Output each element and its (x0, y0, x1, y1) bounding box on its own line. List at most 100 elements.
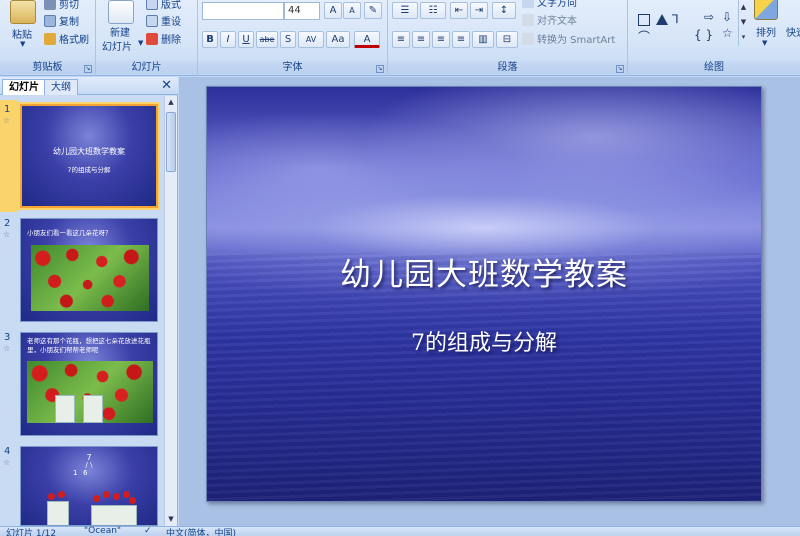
font-size-field[interactable]: 44 (284, 2, 320, 20)
paste-icon[interactable] (10, 0, 36, 24)
slide-thumb-row-3[interactable]: 3 ☆ 老师这有那个花瓶，想把这七朵花放进花瓶里，小朋友们帮帮老师呢 (0, 332, 164, 438)
slides-group: 新建 幻灯片 ▼ 版式 重设 删除 幻灯片 (96, 0, 198, 76)
scroll-down-icon[interactable]: ▼ (165, 513, 177, 526)
theme-status: "Ocean" (84, 526, 122, 536)
current-slide[interactable]: 幼儿园大班数学教案 7的组成与分解 (206, 86, 762, 502)
slide-thumbnail-3[interactable]: 老师这有那个花瓶，想把这七朵花放进花瓶里，小朋友们帮帮老师呢 (20, 332, 158, 436)
slide-thumb-row-4[interactable]: 4 ☆ 7 / \ 1 6 (0, 446, 164, 526)
new-slide-icon[interactable] (108, 0, 134, 24)
slide-thumb-row-2[interactable]: 2 ☆ 小朋友们看一看这几朵花呀？ (0, 218, 164, 324)
bold-button[interactable]: B (202, 31, 218, 48)
shadow-button[interactable]: S (280, 31, 296, 48)
columns-button[interactable]: ▥ (472, 31, 494, 48)
tab-slides[interactable]: 幻灯片 (2, 79, 46, 95)
text-direction-button[interactable]: 文字方向 (522, 0, 577, 9)
char-spacing-button[interactable]: AV (298, 31, 324, 48)
curve-shape-icon[interactable]: ⌒ (638, 28, 650, 45)
paragraph-group: ☰ ☷ ⇤ ⇥ ↕ 文字方向 对齐文本 ≡ ≡ ≡ ≡ ▥ ⊟ 转换为 Smar… (388, 0, 628, 76)
pane-scroll-thumb[interactable] (166, 112, 176, 172)
thumb-subtitle: 7的组成与分解 (67, 166, 111, 174)
numbering-button[interactable]: ☷ (420, 2, 446, 19)
layout-button[interactable]: 版式 (146, 0, 181, 11)
bullets-button[interactable]: ☰ (392, 2, 418, 19)
strikethrough-button[interactable]: abe (256, 31, 278, 48)
brace-shape-icon[interactable]: { } (694, 28, 713, 42)
align-right-icon: ≡ (436, 34, 446, 45)
new-slide-button[interactable]: 新建 (110, 24, 130, 39)
slide-subtitle[interactable]: 7的组成与分解 (207, 325, 761, 357)
italic-button[interactable]: I (220, 31, 236, 48)
new-slide-dropdown-icon[interactable]: ▼ (138, 39, 143, 47)
slide-thumb-row-1[interactable]: 1 ☆ 幼儿园大班数学教案 7的组成与分解 (0, 100, 164, 212)
star-shape-icon[interactable]: ☆ (722, 26, 733, 40)
paragraph-launcher-icon[interactable]: ↘ (616, 65, 624, 73)
copy-button[interactable]: 复制 (44, 13, 79, 28)
decrease-indent-button[interactable]: ⇤ (450, 2, 468, 19)
cut-button[interactable]: 剪切 (44, 0, 79, 11)
align-right-button[interactable]: ≡ (432, 31, 450, 48)
slide-number: 3 (4, 332, 11, 343)
status-bar: 幻灯片 1/12 "Ocean" ✓ 中文(简体，中国) (0, 526, 800, 536)
align-text-button[interactable]: 对齐文本 (522, 12, 577, 27)
thumb-text: 老师这有那个花瓶，想把这七朵花放进花瓶里，小朋友们帮帮老师呢 (27, 337, 151, 354)
arrange-button[interactable]: 排列 (756, 24, 776, 39)
scroll-up-icon[interactable]: ▲ (165, 96, 177, 109)
spellcheck-icon[interactable]: ✓ (144, 526, 152, 536)
language-status[interactable]: 中文(简体，中国) (166, 526, 236, 536)
slide-thumbnail-1[interactable]: 幼儿园大班数学教案 7的组成与分解 (20, 104, 158, 208)
scissors-icon (44, 0, 56, 10)
reset-button[interactable]: 重设 (146, 13, 181, 28)
close-pane-icon[interactable]: ✕ (161, 78, 172, 93)
align-center-button[interactable]: ≡ (412, 31, 430, 48)
shapes-scroll[interactable]: ▲ ▼ ▾ (738, 0, 748, 46)
font-launcher-icon[interactable]: ↘ (376, 65, 384, 73)
rectangle-shape-icon[interactable] (638, 14, 650, 26)
layout-icon (146, 0, 158, 10)
slide-thumbnail-2[interactable]: 小朋友们看一看这几朵花呀？ (20, 218, 158, 322)
delete-button[interactable]: 删除 (146, 31, 181, 46)
paste-button[interactable]: 粘贴 (12, 26, 32, 41)
quick-styles-button[interactable]: 快速 (786, 24, 800, 39)
cut-label: 剪切 (59, 0, 79, 11)
animation-star-icon: ☆ (3, 230, 11, 239)
drawing-group: ⅂ ⇨ ⇩ ⌒ { } ☆ ▲▼▾ 排列 ▼ 快速 绘图 (628, 0, 800, 76)
clipboard-launcher-icon[interactable]: ↘ (84, 65, 92, 73)
new-slide-button-line2[interactable]: 幻灯片 (102, 38, 132, 53)
arrange-dropdown-icon[interactable]: ▼ (762, 39, 767, 47)
pane-scrollbar[interactable]: ▲ ▼ (164, 96, 177, 526)
paste-dropdown-icon[interactable]: ▼ (20, 40, 25, 48)
underline-button[interactable]: U (238, 31, 254, 48)
format-painter-button[interactable]: 格式刷 (44, 31, 89, 46)
slide-thumbnail-4[interactable]: 7 / \ 1 6 (20, 446, 158, 526)
clipboard-group: 粘贴 ▼ 剪切 复制 格式刷 剪贴板 ↘ (0, 0, 96, 76)
justify-button[interactable]: ≡ (452, 31, 470, 48)
line-spacing-button[interactable]: ↕ (492, 2, 516, 19)
text-direction-label: 文字方向 (537, 0, 577, 9)
arrow-down-shape-icon[interactable]: ⇩ (722, 10, 732, 24)
distribute-button[interactable]: ⊟ (496, 31, 518, 48)
font-color-button[interactable]: A (354, 31, 380, 48)
arrange-icon[interactable] (754, 0, 778, 20)
smartart-button[interactable]: 转换为 SmartArt (522, 31, 615, 46)
numbering-icon: ☷ (428, 5, 438, 16)
align-left-button[interactable]: ≡ (392, 31, 410, 48)
triangle-shape-icon[interactable] (656, 14, 668, 25)
connector-shape-icon[interactable]: ⅂ (672, 12, 679, 26)
clear-format-button[interactable]: ✎ (364, 2, 382, 19)
animation-star-icon: ☆ (3, 116, 11, 125)
slide-editor: 幼儿园大班数学教案 7的组成与分解 (179, 77, 800, 526)
arrow-right-shape-icon[interactable]: ⇨ (704, 10, 714, 24)
rose-image (113, 493, 120, 500)
shrink-font-button[interactable]: A (343, 2, 361, 19)
grow-font-button[interactable]: A (324, 2, 342, 19)
tab-outline[interactable]: 大纲 (44, 79, 78, 95)
font-name-field[interactable] (202, 2, 284, 20)
thumb-number-right: 6 (83, 469, 88, 477)
align-left-icon: ≡ (396, 34, 406, 45)
increase-indent-button[interactable]: ⇥ (470, 2, 488, 19)
shapes-gallery[interactable]: ⅂ ⇨ ⇩ ⌒ { } ☆ (634, 0, 740, 48)
change-case-button[interactable]: Aa (326, 31, 350, 48)
copy-icon (44, 15, 56, 27)
slide-number: 2 (4, 218, 11, 229)
slide-title[interactable]: 幼儿园大班数学教案 (207, 249, 761, 294)
